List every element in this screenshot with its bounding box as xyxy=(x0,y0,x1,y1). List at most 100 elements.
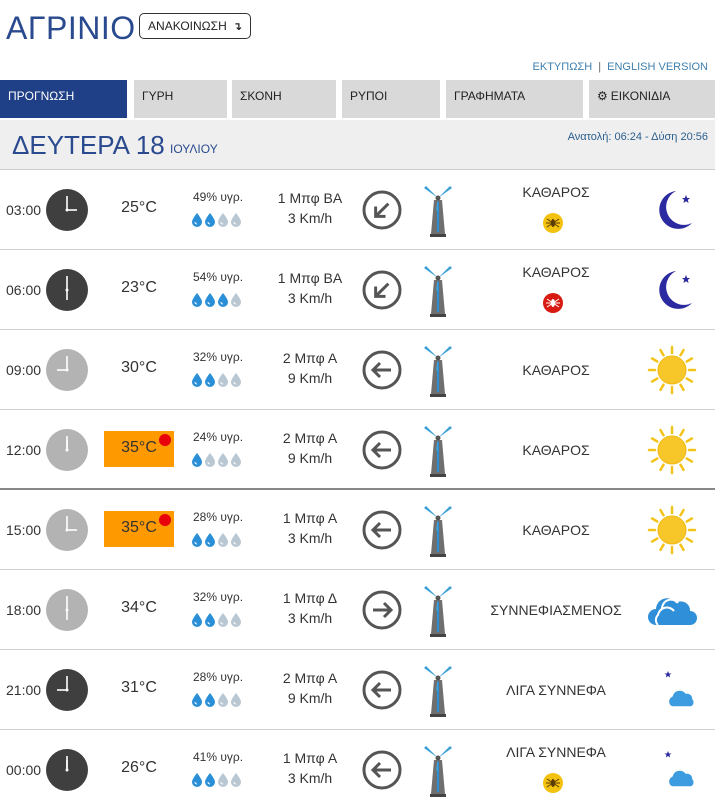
clock-icon xyxy=(46,349,88,391)
tab-pollutants[interactable]: ΡΥΠΟΙ xyxy=(342,80,440,118)
wind-direction-arrow-icon xyxy=(362,670,402,710)
tab-charts[interactable]: ΓΡΑΦΗΜΑΤΑ xyxy=(446,80,583,118)
water-drop-icon xyxy=(231,373,241,387)
wind-beaufort: 1 Μπφ ΒΑ xyxy=(277,190,343,206)
water-drop-icon xyxy=(231,613,241,627)
wind-turbine-icon xyxy=(418,582,458,638)
humidity-drops xyxy=(191,212,243,228)
water-drop-icon xyxy=(218,613,228,627)
tab-label: ΣΚΟΝΗ xyxy=(240,89,282,103)
water-drop-icon xyxy=(205,293,215,307)
wind-beaufort: 1 Μπφ Α xyxy=(282,750,338,766)
wind-speed: 3 Km/h xyxy=(287,530,333,546)
wind-beaufort: 1 Μπφ Α xyxy=(282,510,338,526)
humidity-drops xyxy=(191,372,243,388)
tab-icons[interactable]: ⚙ ΕΙΚΟΝΙΔΙΑ xyxy=(589,80,715,118)
clock-icon xyxy=(46,669,88,711)
humidity-drops xyxy=(191,452,243,468)
wind-info: 1 Μπφ Δ 3 Km/h xyxy=(262,588,358,628)
water-drop-icon xyxy=(218,533,228,547)
wind-turbine-icon xyxy=(418,662,458,718)
humidity-drops xyxy=(191,612,243,628)
water-drop-icon xyxy=(231,293,241,307)
forecast-row: 12:00 35°C 24% υγρ. 2 Μπφ Α 9 Km/h ΚΑΘΑΡ… xyxy=(0,410,715,490)
wind-info: 1 Μπφ Α 3 Km/h xyxy=(262,748,358,788)
temperature-box: 26°C xyxy=(104,751,174,787)
day-header: ΔΕΥΤΕΡΑ 18 ΙΟΥΛΙΟΥ Ανατολή: 06:24 - Δύση… xyxy=(0,120,715,170)
tab-label: ΡΥΠΟΙ xyxy=(350,89,388,103)
temperature-value: 25°C xyxy=(121,199,157,216)
wind-beaufort: 1 Μπφ ΒΑ xyxy=(277,270,343,286)
clock-icon xyxy=(46,429,88,471)
wind-direction-arrow-icon xyxy=(362,750,402,790)
water-drop-icon xyxy=(231,453,241,467)
humidity-value: 49% υγρ. xyxy=(193,190,244,204)
humidity-drops xyxy=(191,692,243,708)
row-time: 09:00 xyxy=(6,362,42,378)
heat-alert-dot-icon xyxy=(159,434,171,446)
wind-turbine-icon xyxy=(418,502,458,558)
water-drop-icon xyxy=(231,773,241,787)
water-drop-icon xyxy=(205,533,215,547)
day-name: ΔΕΥΤΕΡΑ 18 xyxy=(12,130,165,160)
humidity-drops xyxy=(191,532,243,548)
water-drop-icon xyxy=(205,213,215,227)
sky-condition: ΣΥΝΝΕΦΙΑΣΜΕΝΟΣ xyxy=(490,602,622,618)
clock-icon xyxy=(46,749,88,791)
moon-icon xyxy=(646,185,698,235)
water-drop-icon xyxy=(218,293,228,307)
wind-direction-arrow-icon xyxy=(362,350,402,390)
mosquito-icon[interactable] xyxy=(542,292,564,314)
page-title: ΑΓΡΙΝΙΟ xyxy=(6,10,136,46)
arrow-down-icon: ↴ xyxy=(232,20,242,33)
temperature-value: 30°C xyxy=(121,359,157,376)
link-separator: | xyxy=(598,61,602,73)
water-drop-icon xyxy=(218,453,228,467)
tab-forecast[interactable]: ΠΡΟΓΝΩΣΗ xyxy=(0,80,127,118)
wind-info: 1 Μπφ ΒΑ 3 Km/h xyxy=(262,268,358,308)
wind-info: 1 Μπφ Α 3 Km/h xyxy=(262,508,358,548)
clock-icon xyxy=(46,189,88,231)
temperature-box: 23°C xyxy=(104,271,174,307)
humidity-value: 41% υγρ. xyxy=(193,750,244,764)
mosquito-icon[interactable] xyxy=(542,772,564,794)
tab-label: ΠΡΟΓΝΩΣΗ xyxy=(8,89,75,103)
wind-direction-arrow-icon xyxy=(362,190,402,230)
announcement-button[interactable]: ΑΝΑΚΟΙΝΩΣΗ ↴ xyxy=(139,13,251,39)
row-time: 06:00 xyxy=(6,282,42,298)
sun-icon xyxy=(646,345,698,395)
row-time: 15:00 xyxy=(6,522,42,538)
water-drop-icon xyxy=(205,613,215,627)
temperature-value: 26°C xyxy=(121,759,157,776)
wind-direction-arrow-icon xyxy=(362,590,402,630)
wind-turbine-icon xyxy=(418,342,458,398)
water-drop-icon xyxy=(205,693,215,707)
water-drop-icon xyxy=(218,213,228,227)
sky-condition: ΚΑΘΑΡΟΣ xyxy=(522,264,590,280)
temperature-box: 30°C xyxy=(104,351,174,387)
print-link[interactable]: ΕΚΤΥΠΩΣΗ xyxy=(533,61,593,73)
tab-pollen[interactable]: ΓΥΡΗ xyxy=(134,80,227,118)
wind-turbine-icon xyxy=(418,422,458,478)
humidity-value: 28% υγρ. xyxy=(193,510,244,524)
wind-speed: 3 Km/h xyxy=(287,770,333,786)
wind-turbine-icon xyxy=(418,262,458,318)
water-drop-icon xyxy=(231,693,241,707)
wind-turbine-icon xyxy=(418,182,458,238)
temperature-box: 25°C xyxy=(104,191,174,227)
tab-dust[interactable]: ΣΚΟΝΗ xyxy=(232,80,336,118)
mosquito-icon[interactable] xyxy=(542,212,564,234)
water-drop-icon xyxy=(205,453,215,467)
row-time: 00:00 xyxy=(6,762,42,778)
temperature-box: 31°C xyxy=(104,671,174,707)
english-version-link[interactable]: ENGLISH VERSION xyxy=(607,61,708,73)
sky-condition: ΛΙΓΑ ΣΥΝΝΕΦΑ xyxy=(506,744,606,760)
moon-icon xyxy=(646,265,698,315)
forecast-row: 18:00 34°C 32% υγρ. 1 Μπφ Δ 3 Km/h ΣΥΝΝΕ… xyxy=(0,570,715,650)
water-drop-icon xyxy=(192,293,202,307)
wind-info: 2 Μπφ Α 9 Km/h xyxy=(262,348,358,388)
wind-direction-arrow-icon xyxy=(362,430,402,470)
sky-condition: ΚΑΘΑΡΟΣ xyxy=(522,362,590,378)
water-drop-icon xyxy=(218,773,228,787)
forecast-row: 00:00 26°C 41% υγρ. 1 Μπφ Α 3 Km/h ΛΙΓΑ … xyxy=(0,730,715,809)
